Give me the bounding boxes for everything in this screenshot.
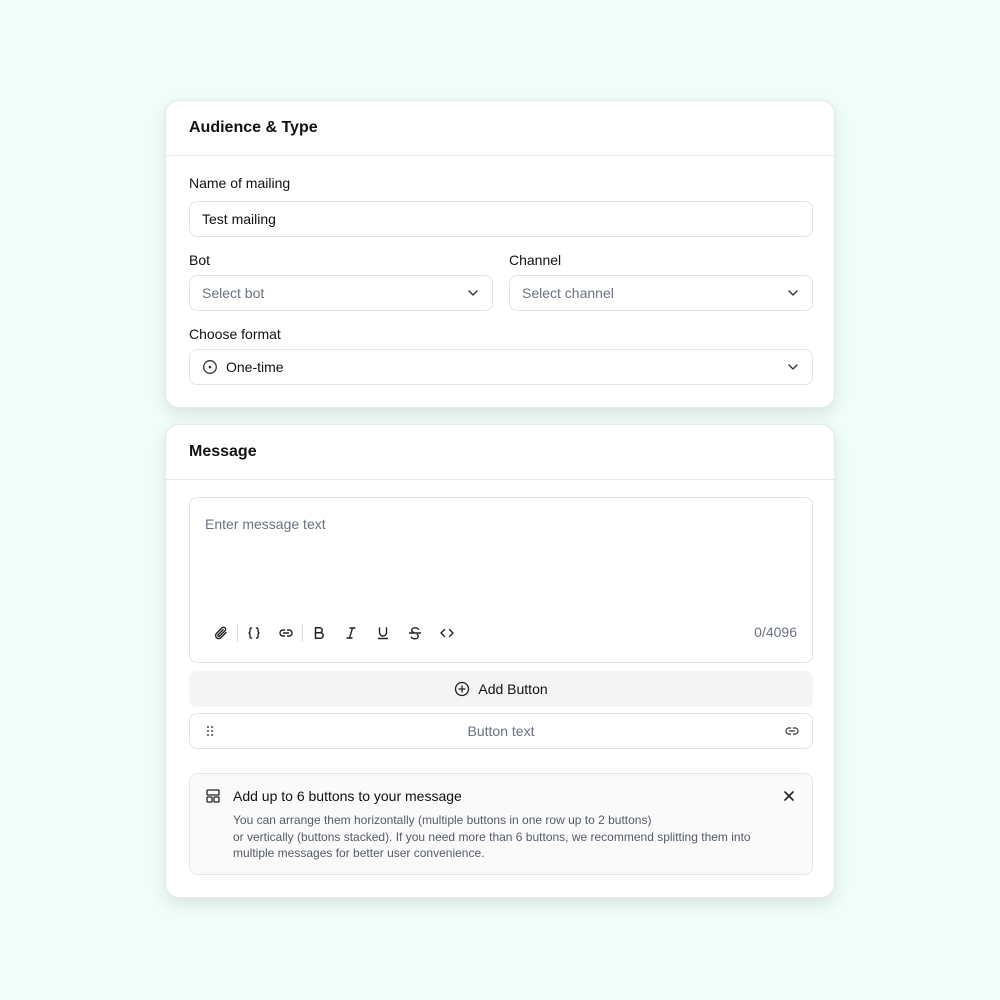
info-title: Add up to 6 buttons to your message [233,788,462,804]
link-icon[interactable] [270,620,302,646]
bot-select[interactable]: Select bot [189,275,493,311]
drag-handle-icon[interactable] [202,723,218,739]
character-counter: 0/4096 [754,624,797,640]
bot-label: Bot [189,252,211,268]
buttons-info-banner: Add up to 6 buttons to your message You … [189,773,813,875]
audience-type-title: Audience & Type [166,101,834,156]
message-card: Message Enter message text 0/4096 Add Bu… [165,424,835,898]
chevron-down-icon [466,286,480,300]
format-select-value: One-time [226,359,284,375]
message-textarea[interactable]: Enter message text 0/4096 [189,497,813,663]
info-line: or vertically (buttons stacked). If you … [233,829,751,844]
underline-icon[interactable] [367,620,399,646]
paperclip-icon[interactable] [205,620,237,646]
italic-icon[interactable] [335,620,367,646]
chevron-down-icon [786,360,800,374]
formatting-toolbar [205,620,463,646]
bot-select-placeholder: Select bot [202,285,265,301]
add-button[interactable]: Add Button [189,671,813,707]
chevron-down-icon [786,286,800,300]
button-text-input[interactable]: Button text [189,713,813,749]
button-text-placeholder: Button text [467,723,535,739]
channel-select-placeholder: Select channel [522,285,614,301]
close-icon[interactable] [781,788,797,804]
message-placeholder: Enter message text [205,516,326,532]
braces-icon[interactable] [238,620,270,646]
message-title: Message [166,425,834,480]
format-select[interactable]: One-time [189,349,813,385]
audience-type-card: Audience & Type Name of mailing Test mai… [165,100,835,408]
format-label: Choose format [189,326,281,342]
info-description: You can arrange them horizontally (multi… [233,812,803,862]
link-icon[interactable] [784,723,800,739]
info-line: multiple messages for better user conven… [233,846,485,860]
layout-icon [205,788,221,804]
strikethrough-icon[interactable] [399,620,431,646]
mailing-name-input[interactable]: Test mailing [189,201,813,237]
plus-circle-icon [454,681,470,697]
bold-icon[interactable] [303,620,335,646]
mailing-name-label: Name of mailing [189,175,291,191]
channel-label: Channel [509,252,562,268]
mailing-name-value: Test mailing [202,211,276,227]
channel-select[interactable]: Select channel [509,275,813,311]
code-icon[interactable] [431,620,463,646]
add-button-label: Add Button [478,681,548,697]
one-time-clock-icon [202,359,218,375]
info-line: You can arrange them horizontally (multi… [233,813,652,827]
